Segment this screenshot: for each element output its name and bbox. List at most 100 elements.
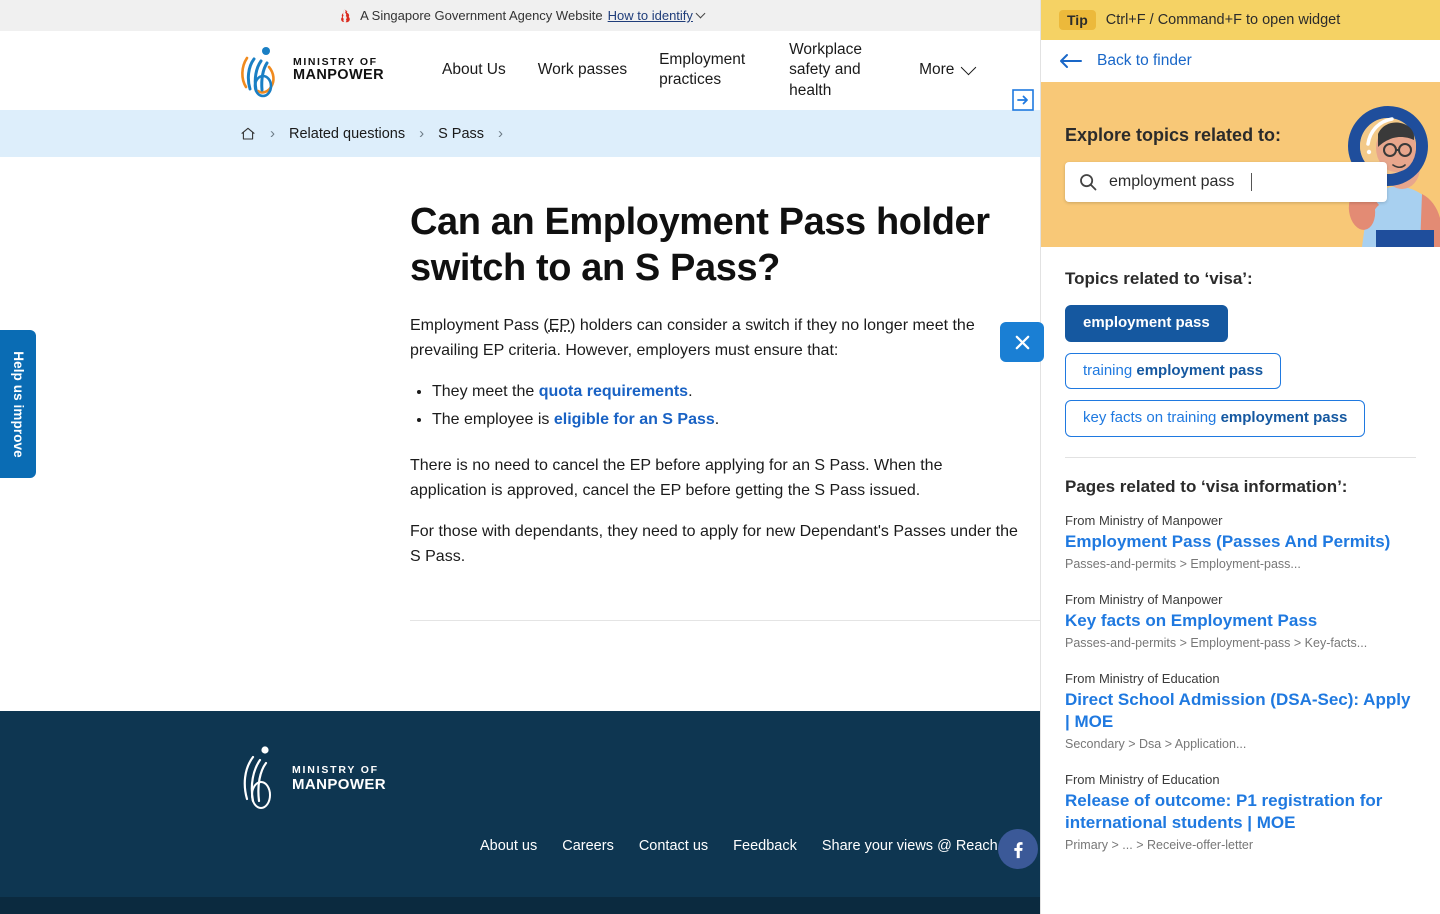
chip-prefix: training: [1083, 361, 1137, 379]
footer-link-label: Share your views @ Reach: [821, 838, 998, 854]
nav-item-more-label: More: [919, 61, 955, 79]
footer-link-feedback[interactable]: Feedback: [733, 838, 797, 854]
footer-link-careers[interactable]: Careers: [562, 838, 614, 854]
nav-item-about-us[interactable]: About Us: [426, 60, 522, 80]
chip-label: employment pass: [1136, 361, 1264, 379]
logo-line-2: MANPOWER: [293, 67, 384, 84]
topic-chip-training-employment-pass[interactable]: training employment pass: [1065, 352, 1282, 389]
breadcrumb: › Related questions › S Pass ›: [0, 110, 1040, 157]
explore-heading: Explore topics related to:: [1065, 125, 1282, 145]
breadcrumb-separator: ›: [419, 125, 425, 142]
footer-link-share-your-views[interactable]: Share your views @ Reach: [822, 838, 1014, 854]
website-content: A Singapore Government Agency Website Ho…: [0, 0, 1040, 914]
requirements-list: They meet the quota requirements. The em…: [432, 380, 1032, 433]
site-header: MINISTRY OF MANPOWER About Us Work passe…: [0, 31, 1040, 111]
footer-link-about-us[interactable]: About us: [480, 838, 537, 854]
login-arrow-icon[interactable]: [1012, 89, 1034, 111]
help-us-improve-tab[interactable]: Help us improve: [0, 330, 36, 478]
panel-divider: [1065, 456, 1416, 458]
bullet-text-after: .: [714, 410, 720, 428]
topic-chip-employment-pass[interactable]: employment pass: [1065, 305, 1228, 342]
nav-item-employment-practices[interactable]: Employment practices: [643, 50, 773, 90]
result-breadcrumb: Passes-and-permits > Employment-pass...: [1065, 556, 1301, 571]
facebook-icon[interactable]: [998, 829, 1038, 869]
nav-item-workplace-safety-and-health[interactable]: Workplace safety and health: [773, 40, 903, 100]
page-result-item: From Ministry of Education Release of ou…: [1065, 772, 1416, 852]
chevron-down-icon[interactable]: [695, 8, 706, 19]
result-title-link[interactable]: Direct School Admission (DSA-Sec): Apply…: [1065, 689, 1416, 733]
article-paragraph-2: There is no need to cancel the EP before…: [410, 457, 943, 500]
result-title-link[interactable]: Key facts on Employment Pass: [1065, 610, 1416, 632]
chip-label: employment pass: [1220, 409, 1348, 426]
footer-link-contact-us[interactable]: Contact us: [639, 838, 708, 854]
search-icon: [1079, 173, 1097, 191]
list-item: The employee is eligible for an S Pass.: [432, 408, 1032, 432]
chip-prefix: key facts on training: [1083, 409, 1221, 426]
mom-logo-icon: [236, 43, 284, 99]
breadcrumb-separator: ›: [498, 125, 504, 142]
mom-logo-icon: [237, 741, 283, 815]
topic-chips: employment pass training employment pass…: [1065, 305, 1416, 437]
panel-body: Topics related to ‘visa’: employment pas…: [1041, 247, 1440, 852]
back-to-finder-label: Back to finder: [1097, 52, 1192, 69]
article: Can an Employment Pass holder switch to …: [0, 157, 1040, 622]
how-to-identify-link[interactable]: How to identify: [608, 8, 693, 23]
pages-heading: Pages related to ‘visa information’:: [1065, 476, 1348, 496]
article-intro: Employment Pass (EP) holders can conside…: [410, 314, 1022, 364]
tip-badge: Tip: [1059, 10, 1096, 30]
footer-bottom-bar: [0, 897, 1040, 914]
content-divider: [410, 620, 1040, 622]
bullet-text-before: They meet the: [432, 382, 539, 400]
page-title: Can an Employment Pass holder switch to …: [410, 201, 990, 290]
breadcrumb-separator: ›: [270, 125, 275, 142]
tip-bar: Tip Ctrl+F / Command+F to open widget: [1041, 0, 1440, 40]
result-breadcrumb: Secondary > Dsa > Application...: [1065, 736, 1247, 751]
help-us-improve-label: Help us improve: [10, 350, 26, 458]
chevron-down-icon: [961, 59, 977, 76]
result-breadcrumb: Primary > ... > Receive-offer-letter: [1065, 838, 1254, 853]
search-input[interactable]: employment pass: [1065, 162, 1387, 202]
tip-text: Ctrl+F / Command+F to open widget: [1105, 12, 1341, 28]
topic-chip-key-facts-on-training-employment-pass[interactable]: key facts on training employment pass: [1065, 400, 1366, 437]
government-banner: A Singapore Government Agency Website Ho…: [0, 0, 1040, 31]
home-icon[interactable]: [240, 126, 256, 142]
text-cursor: [1251, 173, 1253, 191]
chip-label: employment pass: [1083, 314, 1210, 331]
breadcrumb-item-s-pass[interactable]: S Pass: [438, 126, 484, 142]
nav-item-work-passes[interactable]: Work passes: [522, 60, 643, 80]
breadcrumb-item-related-questions[interactable]: Related questions: [289, 126, 405, 142]
result-title-link[interactable]: Employment Pass (Passes And Permits): [1065, 531, 1416, 553]
page-result-item: From Ministry of Education Direct School…: [1065, 671, 1416, 751]
quota-requirements-link[interactable]: quota requirements: [539, 383, 688, 400]
result-source: From Ministry of Manpower: [1065, 512, 1223, 528]
footer-links: About us Careers Contact us Feedback Sha…: [480, 838, 1014, 854]
topics-heading: Topics related to ‘visa’:: [1065, 269, 1253, 288]
back-to-finder-button[interactable]: Back to finder: [1041, 40, 1440, 82]
site-footer: MINISTRY OF MANPOWER: [0, 711, 1040, 897]
ep-abbreviation: EP: [548, 316, 571, 334]
intro-before: Employment Pass (: [410, 316, 549, 334]
close-widget-button[interactable]: [1000, 322, 1044, 362]
mom-logo[interactable]: MINISTRY OF MANPOWER: [236, 43, 384, 99]
result-breadcrumb: Passes-and-permits > Employment-pass > K…: [1065, 635, 1368, 650]
bullet-text-before: The employee is: [432, 410, 554, 428]
page-result-item: From Ministry of Manpower Key facts on E…: [1065, 592, 1416, 650]
nav-item-more[interactable]: More: [903, 59, 990, 80]
main-navigation: About Us Work passes Employment practice…: [426, 40, 990, 100]
list-item: They meet the quota requirements.: [432, 380, 1032, 404]
footer-logo-line-1: MINISTRY OF: [292, 763, 379, 776]
arrow-left-icon: [1059, 53, 1083, 69]
result-source: From Ministry of Manpower: [1065, 591, 1223, 607]
search-input-value: employment pass: [1109, 173, 1235, 190]
footer-logo-line-2: MANPOWER: [292, 775, 387, 793]
footer-logo[interactable]: MINISTRY OF MANPOWER: [237, 741, 386, 815]
singapore-lion-icon: [336, 8, 352, 24]
explore-header: Explore topics related to: employment pa…: [1041, 82, 1440, 247]
gov-banner-text: A Singapore Government Agency Website: [360, 8, 603, 23]
result-source: From Ministry of Education: [1065, 670, 1220, 686]
page-result-item: From Ministry of Manpower Employment Pas…: [1065, 513, 1416, 571]
result-title-link[interactable]: Release of outcome: P1 registration for …: [1065, 790, 1416, 834]
result-source: From Ministry of Education: [1065, 771, 1220, 787]
related-content-panel: Tip Ctrl+F / Command+F to open widget Ba…: [1040, 0, 1440, 914]
eligible-for-s-pass-link[interactable]: eligible for an S Pass: [554, 411, 715, 428]
